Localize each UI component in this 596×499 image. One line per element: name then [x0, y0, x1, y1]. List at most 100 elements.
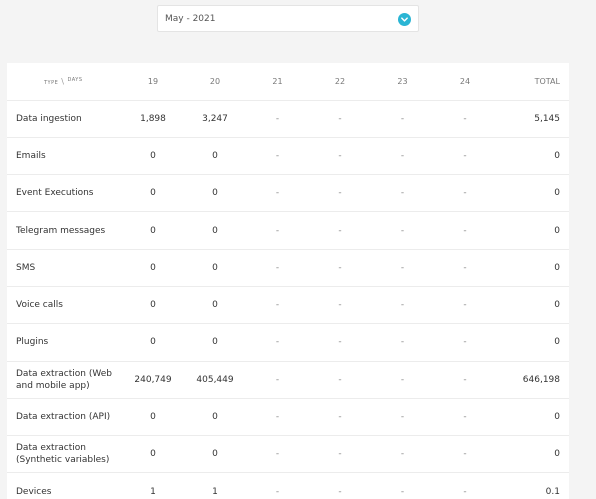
- day-value-cell: -: [309, 211, 371, 250]
- day-value-cell: -: [309, 435, 371, 473]
- table-row: Telegram messages 0 0- - - -0: [7, 211, 569, 250]
- day-value-cell: 0: [122, 435, 184, 473]
- day-value-cell: -: [309, 285, 371, 324]
- row-label: Voice calls: [7, 285, 122, 324]
- day-value-cell: -: [246, 472, 309, 499]
- row-label: Plugins: [7, 323, 122, 362]
- row-label: Telegram messages: [7, 211, 122, 250]
- day-value-cell: -: [371, 285, 434, 324]
- row-label: SMS: [7, 248, 122, 287]
- day-value-cell: -: [309, 174, 371, 212]
- day-value-cell: 0: [122, 136, 184, 175]
- day-value-cell: -: [371, 248, 434, 287]
- day-value-cell: -: [246, 136, 309, 175]
- row-label: Data extraction (API): [7, 397, 122, 436]
- day-value-cell: -: [246, 435, 309, 473]
- table-header-row: TYPE \ DAYS 19 20 21 22 23 24 TOTAL: [7, 63, 569, 100]
- day-column-header: 21: [272, 76, 283, 86]
- day-value-cell: 0: [184, 136, 246, 175]
- total-value-cell: 0: [496, 323, 569, 362]
- type-label: TYPE: [44, 79, 59, 86]
- day-value-cell: -: [309, 323, 371, 362]
- day-value-cell: 405,449: [184, 360, 246, 399]
- day-column-header: 23: [397, 76, 408, 86]
- day-value-cell: -: [434, 435, 496, 473]
- day-value-cell: 240,749: [122, 360, 184, 399]
- row-label: Event Executions: [7, 174, 122, 212]
- day-value-cell: -: [309, 99, 371, 138]
- day-value-cell: -: [371, 323, 434, 362]
- day-value-cell: 0: [122, 211, 184, 250]
- day-value-cell: -: [434, 323, 496, 362]
- day-value-cell: 0: [122, 323, 184, 362]
- month-selector[interactable]: May - 2021: [157, 5, 419, 32]
- day-value-cell: -: [371, 211, 434, 250]
- day-value-cell: 1,898: [122, 99, 184, 138]
- total-value-cell: 0: [496, 211, 569, 250]
- day-value-cell: 0: [184, 248, 246, 287]
- day-value-cell: -: [309, 136, 371, 175]
- day-column-header: 22: [334, 76, 346, 86]
- day-value-cell: -: [434, 397, 496, 436]
- day-value-cell: 0: [184, 174, 246, 212]
- day-value-cell: 0: [184, 285, 246, 324]
- day-value-cell: -: [246, 99, 309, 138]
- day-value-cell: -: [246, 285, 309, 324]
- day-value-cell: -: [434, 211, 496, 250]
- day-value-cell: -: [309, 360, 371, 399]
- day-value-cell: -: [434, 285, 496, 324]
- day-value-cell: -: [434, 174, 496, 212]
- day-value-cell: -: [371, 360, 434, 399]
- day-value-cell: -: [309, 248, 371, 287]
- day-value-cell: -: [434, 472, 496, 499]
- table-row: Data extraction (Web and mobile app) 240,…: [7, 360, 569, 399]
- table-row: Data extraction (Synthetic variables) 0 0-…: [7, 435, 569, 473]
- day-value-cell: 0: [184, 211, 246, 250]
- usage-table: TYPE \ DAYS 19 20 21 22 23 24 TOTAL Data i…: [7, 63, 569, 499]
- days-label: DAYS: [67, 76, 83, 83]
- day-value-cell: -: [434, 360, 496, 399]
- table-row: SMS 0 0- - - -0: [7, 248, 569, 287]
- day-value-cell: -: [246, 174, 309, 212]
- day-column-header: 19: [147, 76, 159, 86]
- day-value-cell: -: [371, 136, 434, 175]
- row-label: Data extraction (Web and mobile app): [7, 360, 122, 399]
- total-value-cell: 0: [496, 136, 569, 175]
- table-row: Event Executions 0 0- - - -0: [7, 174, 569, 212]
- day-value-cell: -: [246, 211, 309, 250]
- day-value-cell: 1: [184, 472, 246, 499]
- total-value-cell: 646,198: [496, 360, 569, 399]
- total-value-cell: 0: [496, 397, 569, 436]
- day-value-cell: -: [434, 136, 496, 175]
- day-value-cell: -: [246, 323, 309, 362]
- row-label: Emails: [7, 136, 122, 175]
- day-value-cell: -: [434, 99, 496, 138]
- total-value-cell: 0: [496, 248, 569, 287]
- total-value-cell: 0: [496, 285, 569, 324]
- total-column-header: TOTAL: [534, 76, 560, 86]
- day-value-cell: -: [371, 99, 434, 138]
- month-selector-value: May - 2021: [165, 13, 216, 24]
- day-value-cell: -: [371, 397, 434, 436]
- day-value-cell: -: [309, 472, 371, 499]
- usage-table-card: TYPE \ DAYS 19 20 21 22 23 24 TOTAL Data i…: [7, 63, 569, 499]
- day-column-header: 24: [459, 76, 471, 86]
- day-value-cell: -: [246, 248, 309, 287]
- day-value-cell: -: [246, 360, 309, 399]
- total-value-cell: 0: [496, 435, 569, 473]
- total-value-cell: 5,145: [496, 99, 569, 138]
- day-value-cell: -: [434, 248, 496, 287]
- day-value-cell: 0: [122, 285, 184, 324]
- day-value-cell: 1: [122, 472, 184, 499]
- row-label: Devices: [7, 472, 122, 499]
- day-value-cell: -: [309, 397, 371, 436]
- day-value-cell: -: [246, 397, 309, 436]
- table-row: Data ingestion 1,898 3,247- - - -5,145: [7, 99, 569, 138]
- chevron-down-icon[interactable]: [398, 13, 411, 26]
- table-row: Emails 0 0- - - -0: [7, 136, 569, 175]
- table-row: Data extraction (API) 0 0- - - -0: [7, 397, 569, 436]
- day-value-cell: -: [371, 472, 434, 499]
- day-column-header: 20: [209, 76, 221, 86]
- type-days-header: TYPE \ DAYS: [7, 63, 122, 100]
- total-value-cell: 0.1: [496, 472, 569, 499]
